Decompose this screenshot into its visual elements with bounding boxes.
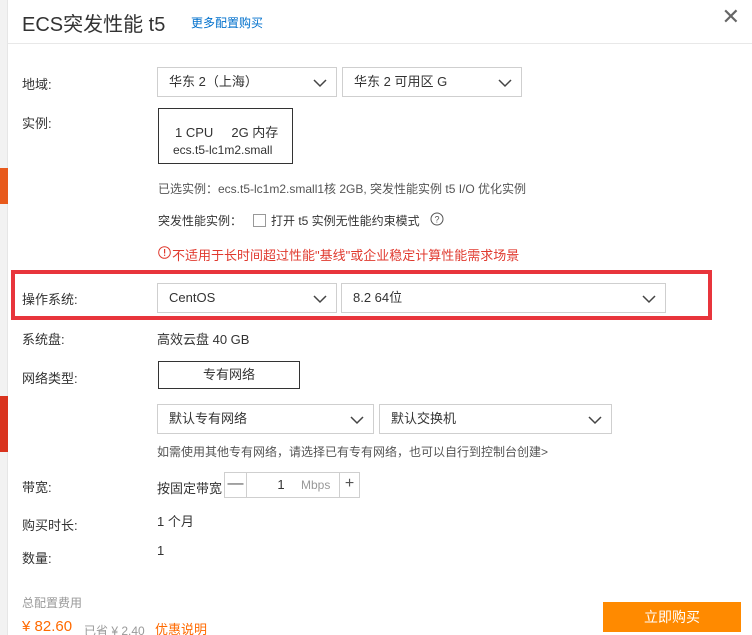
instance-spec-cpu-mem: 1 CPU 2G 内存 — [175, 125, 279, 140]
total-cost-label: 总配置费用 — [22, 596, 83, 610]
selected-instance-text: 已选实例：ecs.t5-lc1m2.small1核 2GB, 突发性能实例 t5… — [158, 182, 527, 196]
os-select[interactable]: CentOS — [157, 283, 337, 313]
vpc-select-value: 默认专有网络 — [169, 411, 248, 426]
background-orange-block — [0, 168, 8, 204]
disk-label: 系统盘: — [22, 332, 65, 347]
region-select-value: 华东 2（上海） — [169, 74, 258, 89]
os-label: 操作系统: — [22, 292, 78, 307]
unlimited-mode-checkbox[interactable] — [253, 214, 266, 227]
more-config-link[interactable]: 更多配置购买 — [191, 14, 263, 31]
os-select-value: CentOS — [169, 290, 216, 305]
chevron-down-icon — [313, 79, 327, 88]
dialog-header: ECS突发性能 t5 更多配置购买 ✕ — [8, 0, 752, 44]
network-hint-text[interactable]: 如需使用其他专有网络，请选择已有专有网络，也可以自行到控制台创建> — [157, 443, 548, 460]
instance-spec-card[interactable]: 1 CPU 2G 内存 ecs.t5-lc1m2.small — [158, 108, 293, 164]
network-label: 网络类型: — [22, 371, 78, 386]
zone-select[interactable]: 华东 2 可用区 G — [342, 67, 522, 97]
bandwidth-mode: 按固定带宽 — [157, 481, 223, 496]
zone-select-value: 华东 2 可用区 G — [354, 74, 448, 89]
bandwidth-unit: Mbps — [301, 478, 331, 492]
chevron-down-icon — [588, 416, 602, 425]
unlimited-mode-label: 打开 t5 实例无性能约束模式 — [271, 214, 420, 228]
quantity-value: 1 — [157, 543, 165, 558]
vswitch-select[interactable]: 默认交换机 — [379, 404, 612, 434]
vswitch-select-value: 默认交换机 — [391, 411, 457, 426]
duration-label: 购买时长: — [22, 518, 78, 533]
instance-spec-type: ecs.t5-lc1m2.small — [173, 143, 273, 157]
chevron-down-icon — [498, 79, 512, 88]
buy-now-button[interactable]: 立即购买 — [603, 602, 741, 632]
os-version-select[interactable]: 8.2 64位 — [341, 283, 666, 313]
instance-label: 实例: — [22, 116, 52, 131]
bandwidth-decrease-button[interactable]: — — [225, 473, 247, 497]
warning-icon — [158, 246, 171, 259]
background-page-strip — [0, 0, 8, 635]
quantity-label: 数量: — [22, 551, 52, 566]
duration-value: 1 个月 — [157, 514, 194, 529]
total-price: ¥ 82.60 — [22, 618, 73, 635]
disk-value: 高效云盘 40 GB — [157, 332, 250, 347]
chevron-down-icon — [350, 416, 364, 425]
os-version-value: 8.2 64位 — [353, 290, 403, 305]
region-select[interactable]: 华东 2（上海） — [157, 67, 337, 97]
background-red-block — [0, 396, 8, 452]
vpc-type-button[interactable]: 专有网络 — [158, 361, 300, 389]
bandwidth-increase-button[interactable]: + — [339, 473, 359, 497]
svg-text:?: ? — [434, 215, 439, 225]
discount-info-link[interactable]: 优惠说明 — [155, 619, 207, 635]
bandwidth-stepper: — 1 Mbps + — [224, 472, 360, 498]
bandwidth-label: 带宽: — [22, 480, 52, 495]
chevron-down-icon — [642, 295, 656, 304]
vpc-select[interactable]: 默认专有网络 — [157, 404, 374, 434]
burst-warning-text: 不适用于长时间超过性能"基线"或企业稳定计算性能需求场景 — [172, 248, 520, 263]
region-label: 地域: — [22, 77, 52, 92]
dialog-title: ECS突发性能 t5 — [22, 14, 166, 36]
close-icon[interactable]: ✕ — [722, 6, 740, 28]
saved-amount: 已省 ¥ 2.40 — [84, 624, 145, 635]
chevron-down-icon — [313, 295, 327, 304]
help-icon[interactable]: ? — [430, 212, 444, 226]
burst-mode-label: 突发性能实例： — [158, 214, 243, 228]
